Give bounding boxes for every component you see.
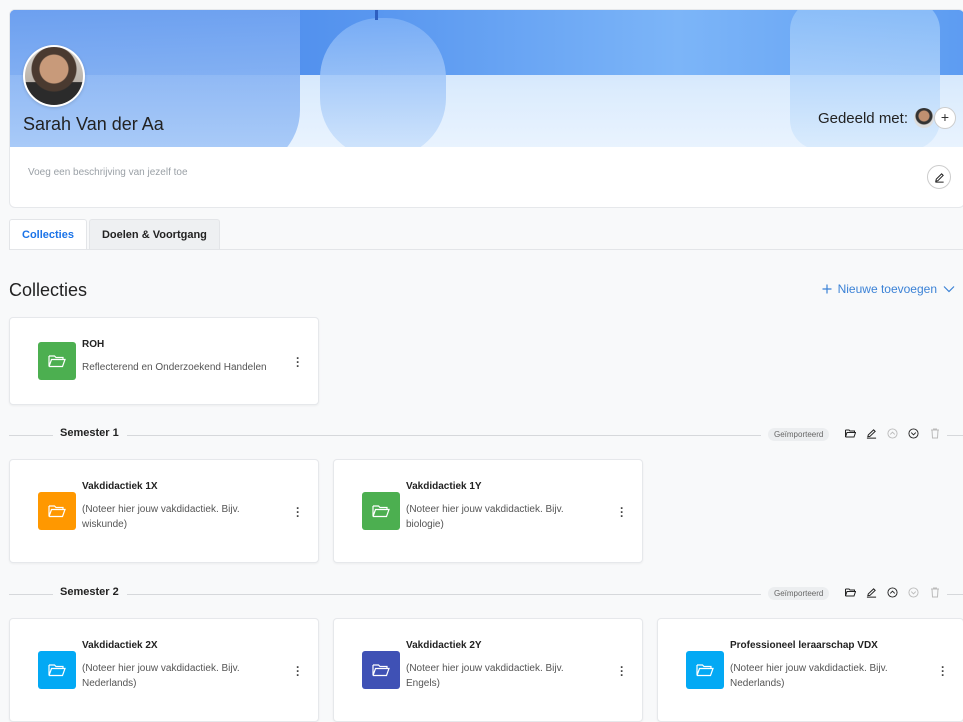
profile-avatar[interactable] bbox=[23, 45, 85, 107]
collections-title: Collecties bbox=[9, 280, 88, 300]
collection-card[interactable]: Vakdidactiek 2Y (Noteer hier jouw vakdid… bbox=[333, 618, 643, 722]
imported-badge: Geïmporteerd bbox=[768, 587, 830, 600]
card-subtitle: Reflecterend en Onderzoekend Handelen bbox=[82, 362, 267, 373]
plus-icon bbox=[822, 284, 832, 294]
move-down-icon bbox=[908, 587, 919, 598]
add-new-label: Nieuwe toevoegen bbox=[837, 282, 937, 296]
card-title: Vakdidactiek 1Y bbox=[406, 481, 482, 492]
pencil-icon bbox=[934, 172, 944, 183]
pencil-icon[interactable] bbox=[866, 428, 877, 439]
folder-icon bbox=[362, 651, 400, 689]
move-up-icon bbox=[887, 428, 898, 439]
move-up-icon[interactable] bbox=[887, 587, 898, 598]
imported-badge: Geïmporteerd bbox=[768, 428, 830, 441]
folder-icon[interactable] bbox=[845, 587, 856, 598]
edit-description-button[interactable] bbox=[927, 165, 951, 189]
trash-icon bbox=[929, 428, 940, 439]
shared-with-label: Gedeeld met: bbox=[817, 109, 908, 127]
semester-label: Semester 1 bbox=[60, 427, 119, 439]
collection-card[interactable]: Vakdidactiek 2X (Noteer hier jouw vakdid… bbox=[9, 618, 319, 722]
add-share-button[interactable]: + bbox=[934, 107, 956, 129]
profile-tabs: Collecties Doelen & Voortgang bbox=[9, 219, 220, 250]
card-title: ROH bbox=[82, 339, 105, 350]
collection-card-roh[interactable]: ROH Reflecterend en Onderzoekend Handele… bbox=[9, 317, 319, 405]
card-subtitle: (Noteer hier jouw vakdidactiek. Bijv. Ne… bbox=[82, 663, 240, 689]
folder-icon bbox=[362, 492, 400, 530]
card-subtitle: (Noteer hier jouw vakdidactiek. Bijv. Ne… bbox=[730, 663, 888, 689]
more-vertical-icon[interactable]: · · · bbox=[620, 502, 624, 522]
chevron-down-icon bbox=[943, 286, 955, 293]
folder-icon bbox=[38, 342, 76, 380]
more-vertical-icon[interactable]: · · · bbox=[941, 661, 945, 681]
trash-icon bbox=[929, 587, 940, 598]
add-new-button[interactable]: Nieuwe toevoegen bbox=[822, 282, 955, 296]
pencil-icon[interactable] bbox=[866, 587, 877, 598]
collection-card[interactable]: Vakdidactiek 1X (Noteer hier jouw vakdid… bbox=[9, 459, 319, 563]
card-title: Vakdidactiek 2X bbox=[82, 640, 158, 651]
more-vertical-icon[interactable]: · · · bbox=[296, 661, 300, 681]
profile-card: Sarah Van der Aa Gedeeld met: + Voeg een… bbox=[9, 9, 963, 208]
more-vertical-icon[interactable]: · · · bbox=[296, 502, 300, 522]
collection-card[interactable]: Vakdidactiek 1Y (Noteer hier jouw vakdid… bbox=[333, 459, 643, 563]
folder-icon[interactable] bbox=[845, 428, 856, 439]
shared-with: Gedeeld met: + bbox=[818, 107, 956, 129]
folder-icon bbox=[686, 651, 724, 689]
semester-divider: Semester 1 Geïmporteerd bbox=[9, 427, 963, 443]
more-vertical-icon[interactable]: · · · bbox=[296, 352, 300, 372]
card-subtitle: (Noteer hier jouw vakdidactiek. Bijv. En… bbox=[406, 663, 564, 689]
folder-icon bbox=[38, 651, 76, 689]
card-title: Vakdidactiek 2Y bbox=[406, 640, 482, 651]
profile-description[interactable]: Voeg een beschrijving van jezelf toe bbox=[28, 167, 188, 178]
card-subtitle: (Noteer hier jouw vakdidactiek. Bijv. bi… bbox=[406, 504, 564, 530]
card-title: Professioneel leraarschap VDX bbox=[730, 640, 878, 651]
tab-doelen-voortgang[interactable]: Doelen & Voortgang bbox=[88, 219, 220, 250]
move-down-icon[interactable] bbox=[908, 428, 919, 439]
folder-icon bbox=[38, 492, 76, 530]
card-title: Vakdidactiek 1X bbox=[82, 481, 158, 492]
tab-collecties[interactable]: Collecties bbox=[9, 219, 87, 250]
semester-divider: Semester 2 Geïmporteerd bbox=[9, 586, 963, 602]
profile-name: Sarah Van der Aa bbox=[23, 114, 164, 134]
collection-card[interactable]: Professioneel leraarschap VDX (Noteer hi… bbox=[657, 618, 963, 722]
semester-label: Semester 2 bbox=[60, 586, 119, 598]
card-subtitle: (Noteer hier jouw vakdidactiek. Bijv. wi… bbox=[82, 504, 240, 530]
shared-user-avatar[interactable] bbox=[914, 108, 934, 128]
more-vertical-icon[interactable]: · · · bbox=[620, 661, 624, 681]
